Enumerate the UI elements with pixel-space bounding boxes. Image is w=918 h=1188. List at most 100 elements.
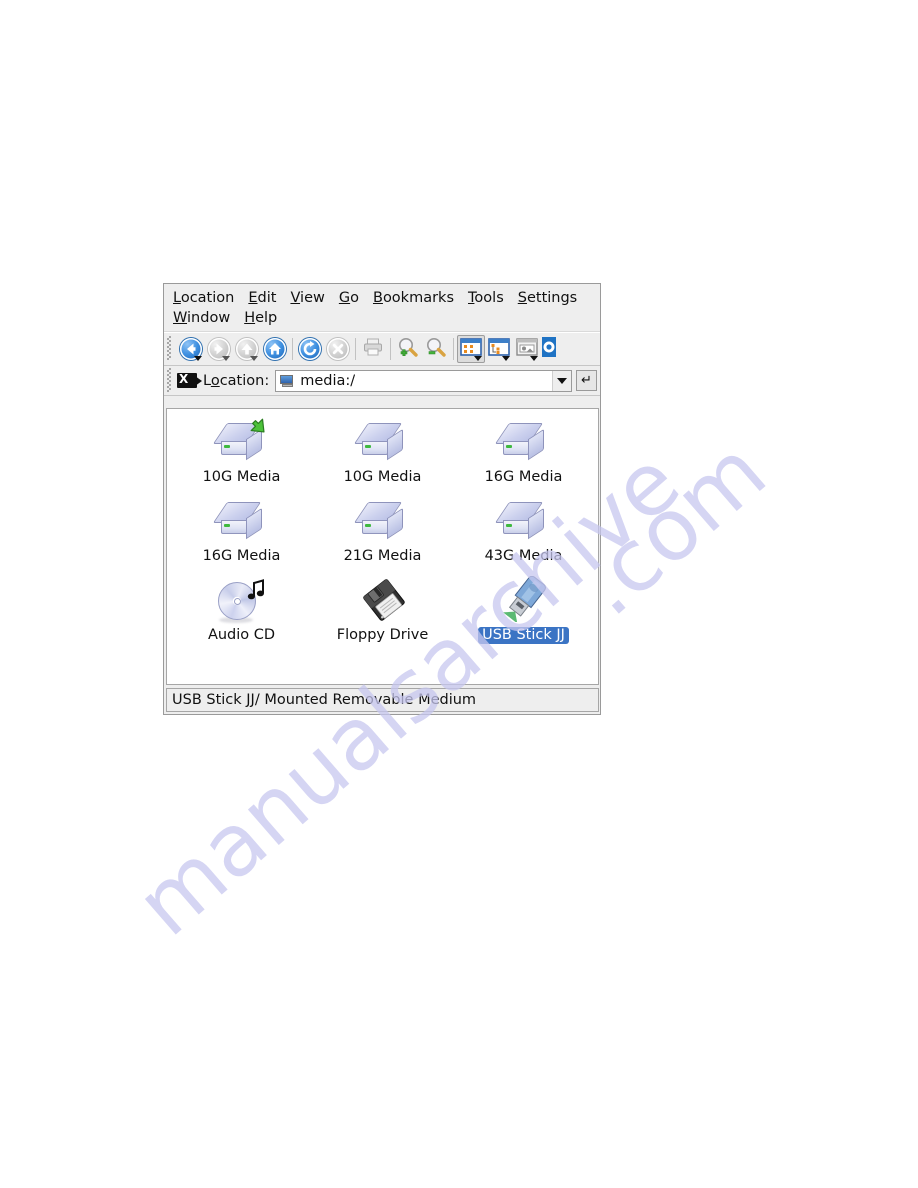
chevron-down-icon[interactable] <box>552 370 571 391</box>
konqueror-window: Location Edit View Go Bookmarks Tools Se… <box>163 283 601 715</box>
menu-edit-label: dit <box>257 289 277 306</box>
list-item[interactable]: 43G Media <box>453 496 594 575</box>
home-button[interactable] <box>261 335 289 363</box>
menu-location[interactable]: Location <box>166 289 241 308</box>
toolbar-separator-1 <box>292 338 293 360</box>
location-toolbar: Location: media:/ ↵ <box>164 366 600 396</box>
menu-view-label: iew <box>300 289 325 306</box>
icon-grid: 10G Media 10G Media 16G Media 16G Media <box>167 409 598 654</box>
status-bar: USB Stick JJ/ Mounted Removable Medium <box>166 688 599 712</box>
menu-settings-label: ettings <box>526 289 578 306</box>
item-label: USB Stick JJ <box>478 627 569 644</box>
main-toolbar <box>164 332 600 366</box>
file-icon-view[interactable]: 10G Media 10G Media 16G Media 16G Media <box>166 408 599 685</box>
list-item[interactable]: 16G Media <box>171 496 312 575</box>
hard-disk-icon <box>494 496 554 546</box>
menu-edit-accel: E <box>248 289 258 306</box>
item-label: 43G Media <box>484 548 563 564</box>
list-item[interactable]: 16G Media <box>453 417 594 496</box>
list-item[interactable]: Floppy Drive <box>312 575 453 654</box>
location-toolbar-drag-handle[interactable] <box>165 367 174 394</box>
menu-help-label: elp <box>255 309 278 326</box>
menu-edit[interactable]: Edit <box>241 289 283 308</box>
menu-help[interactable]: Help <box>237 309 284 328</box>
list-item[interactable]: 21G Media <box>312 496 453 575</box>
menu-help-accel: H <box>244 309 256 326</box>
toolbar-separator-3 <box>390 338 391 360</box>
item-label: Floppy Drive <box>336 627 429 643</box>
menu-window-label: indow <box>187 309 231 326</box>
list-item[interactable]: USB Stick JJ <box>453 575 594 654</box>
menu-view-accel: V <box>290 289 301 306</box>
usb-stick-icon <box>494 575 554 625</box>
status-bar-text: USB Stick JJ/ Mounted Removable Medium <box>172 692 477 708</box>
menu-window-accel: W <box>173 309 188 326</box>
back-button[interactable] <box>177 335 205 363</box>
stop-button[interactable] <box>324 335 352 363</box>
mounted-badge-icon <box>248 417 270 437</box>
menu-window[interactable]: Window <box>166 309 237 328</box>
menu-settings-accel: S <box>517 289 527 306</box>
list-item[interactable]: Audio CD <box>171 575 312 654</box>
location-label-pre: L <box>203 372 211 389</box>
item-label: 21G Media <box>343 548 422 564</box>
configure-button[interactable] <box>541 335 557 363</box>
menu-go-accel: G <box>338 289 351 306</box>
toolbar-separator-4 <box>453 338 454 360</box>
audio-cd-icon <box>212 575 272 625</box>
hard-disk-icon <box>353 417 413 467</box>
menu-bookmarks[interactable]: Bookmarks <box>366 289 461 308</box>
menu-bookmarks-accel: B <box>372 289 383 306</box>
toolbar-separator-2 <box>355 338 356 360</box>
up-button[interactable] <box>233 335 261 363</box>
clear-location-icon[interactable] <box>177 372 202 388</box>
location-input[interactable]: media:/ <box>300 373 355 389</box>
item-label: 16G Media <box>202 548 281 564</box>
menu-location-accel: L <box>173 289 181 306</box>
hard-disk-icon <box>212 496 272 546</box>
icon-view-dropdown-arrow[interactable] <box>474 356 482 361</box>
tree-view-button[interactable] <box>485 335 513 363</box>
menubar: Location Edit View Go Bookmarks Tools Se… <box>164 284 600 332</box>
up-dropdown-arrow[interactable] <box>250 356 258 361</box>
zoom-in-icon <box>396 336 420 362</box>
menu-tools-label: ools <box>474 289 504 306</box>
reload-button[interactable] <box>296 335 324 363</box>
menu-tools[interactable]: Tools <box>461 289 511 308</box>
zoom-in-button[interactable] <box>394 335 422 363</box>
toolbar-drag-handle[interactable] <box>165 336 174 362</box>
menu-go[interactable]: Go <box>332 289 366 308</box>
menu-go-label: o <box>350 289 359 306</box>
reload-icon <box>299 338 321 360</box>
list-item[interactable]: 10G Media <box>312 417 453 496</box>
location-label: Location: <box>203 373 269 389</box>
list-item[interactable]: 10G Media <box>171 417 312 496</box>
hard-disk-icon <box>494 417 554 467</box>
forward-dropdown-arrow[interactable] <box>222 356 230 361</box>
stop-icon <box>327 338 349 360</box>
print-icon <box>362 337 384 361</box>
zoom-out-icon <box>424 336 448 362</box>
hard-disk-icon <box>212 417 272 467</box>
forward-button[interactable] <box>205 335 233 363</box>
menu-view[interactable]: View <box>283 289 331 308</box>
print-button[interactable] <box>359 335 387 363</box>
tree-view-dropdown-arrow[interactable] <box>502 356 510 361</box>
back-dropdown-arrow[interactable] <box>194 356 202 361</box>
location-combobox[interactable]: media:/ <box>275 369 572 392</box>
item-label: Audio CD <box>207 627 276 643</box>
menubar-row-1: Location Edit View Go Bookmarks Tools Se… <box>164 288 600 308</box>
home-icon <box>264 338 286 360</box>
icon-view-button[interactable] <box>457 335 485 363</box>
hard-disk-icon <box>353 496 413 546</box>
preview-view-button[interactable] <box>513 335 541 363</box>
preview-view-dropdown-arrow[interactable] <box>530 356 538 361</box>
zoom-out-button[interactable] <box>422 335 450 363</box>
menu-settings[interactable]: Settings <box>511 289 585 308</box>
go-button[interactable]: ↵ <box>576 370 597 391</box>
music-note-icon <box>246 578 266 606</box>
item-label: 10G Media <box>343 469 422 485</box>
floppy-disk-icon <box>353 575 413 625</box>
menu-bookmarks-label: ookmarks <box>382 289 455 306</box>
configure-icon <box>542 337 556 361</box>
